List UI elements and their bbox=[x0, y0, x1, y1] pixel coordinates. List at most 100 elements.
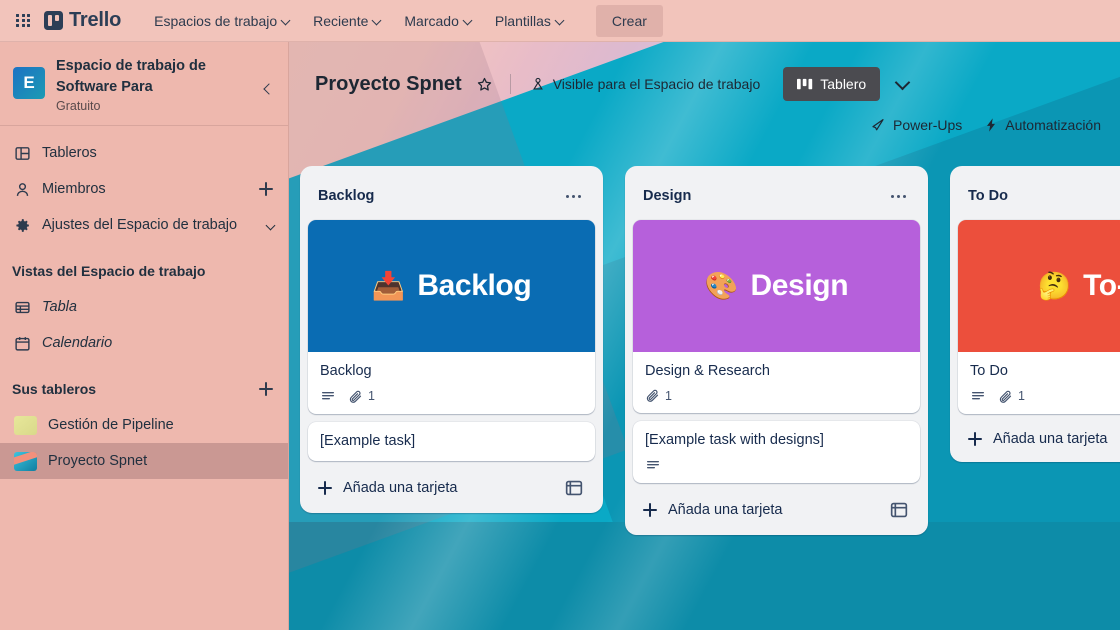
apps-grid-icon[interactable] bbox=[10, 8, 36, 34]
chevron-down-icon[interactable] bbox=[267, 221, 276, 230]
rocket-icon bbox=[872, 119, 884, 131]
nav-item-recent[interactable]: Reciente bbox=[304, 7, 391, 35]
board-view-button[interactable]: Tablero bbox=[783, 67, 881, 101]
attachment-icon bbox=[999, 390, 1012, 403]
card-badges: 1 bbox=[645, 388, 908, 403]
automation-label: Automatización bbox=[1005, 117, 1101, 133]
card-example-task-with-designs[interactable]: [Example task with designs] bbox=[633, 421, 920, 483]
board-thumbnail bbox=[14, 415, 37, 435]
attachment-icon bbox=[646, 389, 659, 402]
attachment-badge: 1 bbox=[998, 389, 1025, 404]
add-card-label: Añada una tarjeta bbox=[343, 480, 458, 496]
sidebar-item-workspace-settings[interactable]: Ajustes del Espacio de trabajo bbox=[0, 207, 288, 243]
card-to-do[interactable]: 🤔 To-Do To Do bbox=[958, 220, 1120, 414]
cover-emoji: 🎨 bbox=[704, 270, 739, 301]
list-backlog: Backlog 📥 Backlog Backlog 1 [Example tas… bbox=[300, 166, 603, 513]
nav-item-workspaces[interactable]: Espacios de trabajo bbox=[145, 7, 300, 35]
list-header: To Do bbox=[958, 174, 1120, 220]
board-visibility-button[interactable]: Visible para el Espacio de trabajo bbox=[521, 70, 770, 98]
sidebar-collapse-button[interactable] bbox=[256, 78, 278, 100]
attachment-count: 1 bbox=[368, 389, 375, 403]
board-icon bbox=[15, 146, 30, 160]
workspace-name: Espacio de trabajo de Software Para bbox=[56, 58, 206, 95]
attachment-badge: 1 bbox=[645, 388, 672, 403]
card-badges bbox=[645, 457, 908, 473]
board-view-label: Tablero bbox=[820, 76, 867, 92]
list-to-do: To Do 🤔 To-Do To Do bbox=[950, 166, 1120, 462]
cover-text: To-Do bbox=[1083, 269, 1120, 302]
attachment-icon bbox=[349, 390, 362, 403]
workspace-visible-icon bbox=[532, 77, 543, 90]
sidebar-board-proyecto-spnet[interactable]: Proyecto Spnet bbox=[0, 443, 288, 479]
board-canvas: Proyecto Spnet Visible para el Espacio d… bbox=[289, 42, 1120, 630]
list-title[interactable]: Backlog bbox=[318, 188, 559, 204]
add-member-button[interactable] bbox=[256, 179, 276, 199]
sidebar-board-label: Proyecto Spnet bbox=[48, 453, 148, 469]
list-header: Design bbox=[633, 174, 920, 220]
trello-logo[interactable]: Trello bbox=[44, 9, 121, 32]
description-icon bbox=[972, 392, 984, 400]
automation-button[interactable]: Automatización bbox=[975, 111, 1110, 139]
list-design: Design 🎨 Design Design & Research 1 [Exa… bbox=[625, 166, 928, 535]
card-template-icon[interactable] bbox=[563, 477, 585, 499]
nav-item-templates[interactable]: Plantillas bbox=[486, 7, 574, 35]
chevron-down-icon bbox=[373, 16, 382, 25]
board-visibility-label: Visible para el Espacio de trabajo bbox=[552, 76, 761, 92]
list-title[interactable]: Design bbox=[643, 188, 884, 204]
trello-mark-icon bbox=[44, 11, 63, 30]
add-card-design[interactable]: Añada una tarjeta bbox=[633, 491, 920, 527]
create-button[interactable]: Crear bbox=[595, 4, 663, 37]
table-icon bbox=[15, 301, 30, 313]
sidebar-item-boards[interactable]: Tableros bbox=[0, 135, 288, 171]
workspace-nav-section: Tableros Miembros Ajustes del Espacio de… bbox=[0, 126, 288, 243]
board-thumbnail bbox=[14, 451, 37, 471]
card-backlog[interactable]: 📥 Backlog Backlog 1 bbox=[308, 220, 595, 414]
list-title[interactable]: To Do bbox=[968, 188, 1120, 204]
nav-item-starred[interactable]: Marcado bbox=[395, 7, 481, 35]
add-card-label: Añada una tarjeta bbox=[668, 502, 783, 518]
add-board-button[interactable] bbox=[256, 379, 276, 399]
attachment-badge: 1 bbox=[348, 389, 375, 404]
attachment-count: 1 bbox=[1018, 389, 1025, 403]
card-template-icon[interactable] bbox=[888, 499, 910, 521]
nav-item-label: Plantillas bbox=[494, 12, 551, 29]
calendar-icon bbox=[15, 336, 30, 351]
power-ups-label: Power-Ups bbox=[893, 117, 963, 133]
workspace-sidebar: E Espacio de trabajo de Software Para Gr… bbox=[0, 42, 289, 630]
board-view-icon bbox=[797, 78, 813, 89]
description-badge bbox=[970, 388, 986, 404]
power-ups-button[interactable]: Power-Ups bbox=[861, 111, 971, 139]
description-icon bbox=[647, 461, 659, 469]
nav-item-label: Reciente bbox=[313, 12, 369, 29]
description-badge bbox=[645, 457, 661, 473]
add-card-label: Añada una tarjeta bbox=[993, 431, 1108, 447]
sidebar-item-table[interactable]: Tabla bbox=[0, 289, 288, 325]
sidebar-item-label: Tableros bbox=[42, 145, 97, 161]
add-card-to-do[interactable]: Añada una tarjeta bbox=[958, 422, 1120, 454]
add-card-backlog[interactable]: Añada una tarjeta bbox=[308, 469, 595, 505]
section-heading-label: Vistas del Espacio de trabajo bbox=[12, 263, 206, 279]
chevron-down-icon[interactable] bbox=[888, 70, 916, 98]
workspace-header: E Espacio de trabajo de Software Para Gr… bbox=[0, 42, 288, 126]
sidebar-item-calendar[interactable]: Calendario bbox=[0, 325, 288, 361]
list-header: Backlog bbox=[308, 174, 595, 220]
board-header: Proyecto Spnet Visible para el Espacio d… bbox=[289, 42, 1120, 152]
section-heading-label: Sus tableros bbox=[12, 381, 97, 397]
card-title: Backlog bbox=[320, 363, 372, 379]
plus-icon bbox=[641, 501, 659, 519]
chevron-down-icon bbox=[464, 16, 473, 25]
sidebar-item-members[interactable]: Miembros bbox=[0, 171, 288, 207]
card-title: [Example task] bbox=[320, 433, 416, 449]
star-icon[interactable] bbox=[470, 69, 500, 99]
card-design-research[interactable]: 🎨 Design Design & Research 1 bbox=[633, 220, 920, 413]
attachment-count: 1 bbox=[665, 388, 672, 403]
card-cover: 🤔 To-Do bbox=[958, 220, 1120, 352]
ellipsis-icon[interactable] bbox=[884, 182, 912, 210]
brand-name: Trello bbox=[69, 9, 122, 31]
card-title: To Do bbox=[970, 363, 1008, 379]
ellipsis-icon[interactable] bbox=[559, 182, 587, 210]
board-title: Proyecto Spnet bbox=[315, 72, 462, 95]
sidebar-board-gestion-de-pipeline[interactable]: Gestión de Pipeline bbox=[0, 407, 288, 443]
card-example-task[interactable]: [Example task] bbox=[308, 422, 595, 461]
cover-text: Design bbox=[750, 269, 849, 302]
